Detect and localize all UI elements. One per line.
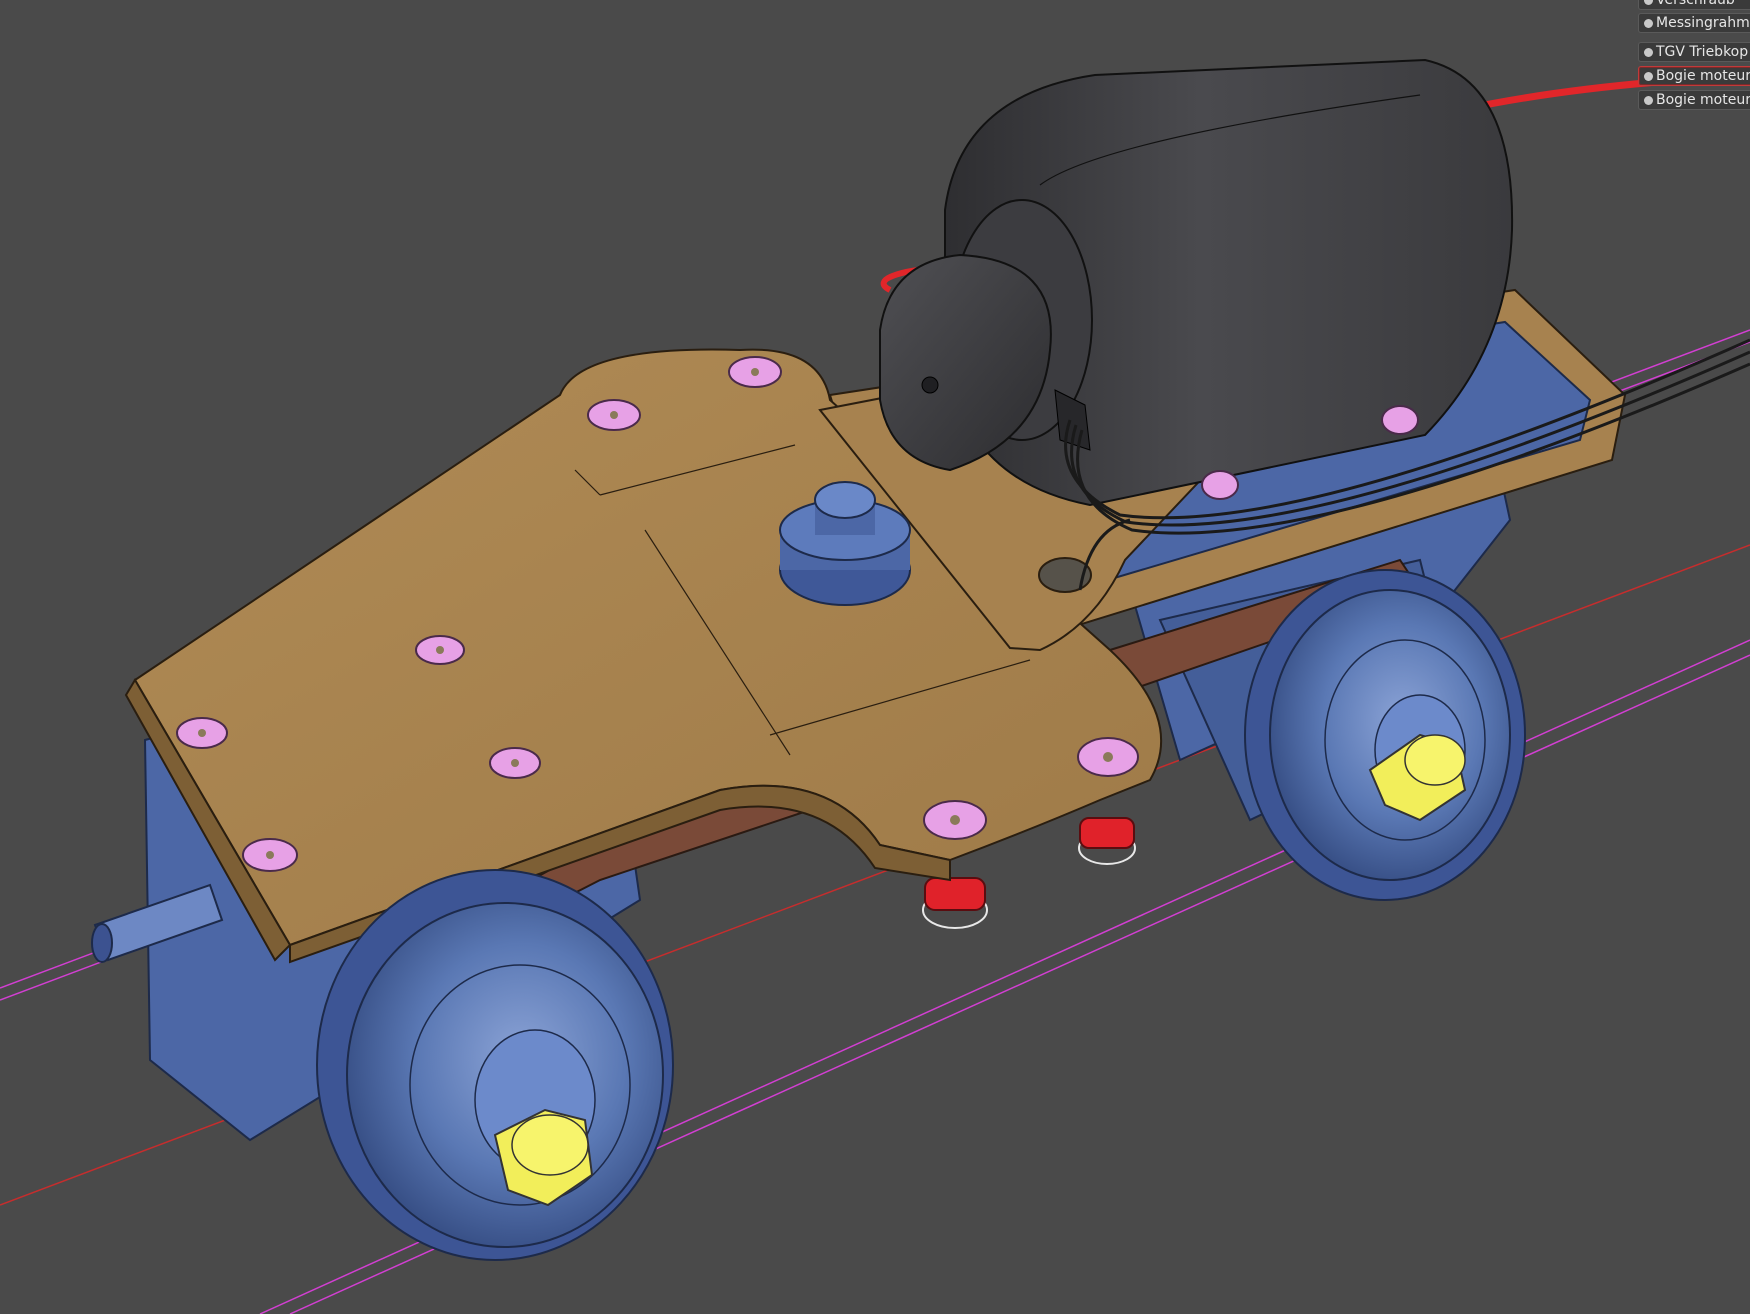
layer-label: Messingrahm xyxy=(1656,15,1750,31)
layer-panel: Verschraub Messingrahm TGV Triebkop Bogi… xyxy=(1638,0,1750,116)
3d-viewport[interactable] xyxy=(0,0,1750,1314)
dot-icon xyxy=(1644,48,1653,57)
layer-label: Verschraub xyxy=(1656,0,1735,8)
layer-label: Bogie moteur xyxy=(1656,68,1750,84)
layer-item-1[interactable]: Messingrahm xyxy=(1638,13,1750,33)
layer-item-2[interactable]: TGV Triebkop xyxy=(1638,42,1750,62)
dot-icon xyxy=(1644,96,1653,105)
dot-icon xyxy=(1644,72,1653,81)
layer-label: Bogie moteur xyxy=(1656,92,1750,108)
layer-item-3[interactable]: Bogie moteur xyxy=(1638,66,1750,86)
layer-label: TGV Triebkop xyxy=(1656,44,1749,60)
wheel-rear xyxy=(1244,569,1526,901)
dot-icon xyxy=(1644,19,1653,28)
wheel-front xyxy=(316,869,674,1261)
layer-item-4[interactable]: Bogie moteur xyxy=(1638,90,1750,110)
bogie-model-render xyxy=(0,58,1750,1314)
dot-icon xyxy=(1644,0,1653,5)
layer-item-0[interactable]: Verschraub xyxy=(1638,0,1750,10)
